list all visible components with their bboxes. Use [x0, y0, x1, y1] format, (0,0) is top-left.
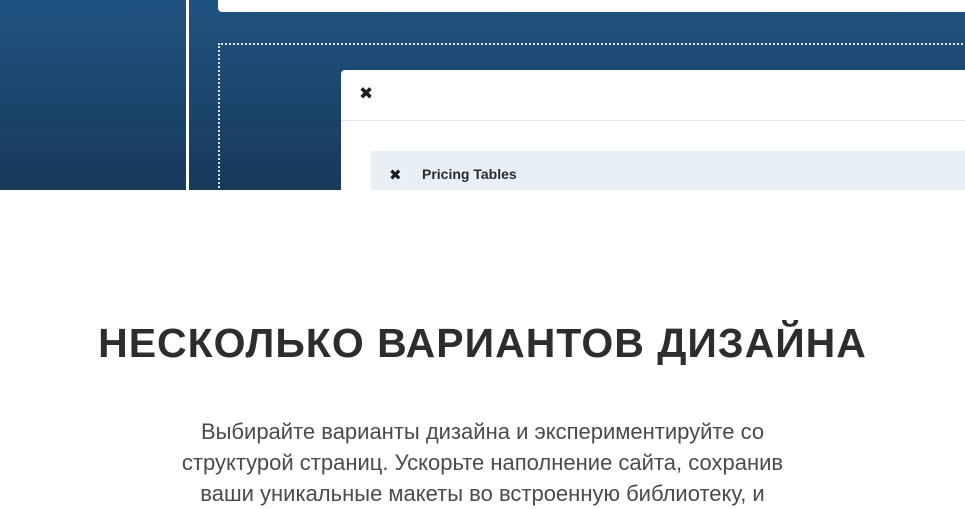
top-panel [218, 0, 965, 12]
modal-header: ✖ [341, 70, 965, 121]
hero-divider [186, 0, 189, 190]
remove-icon[interactable]: ✖ [389, 166, 402, 184]
section-heading: НЕСКОЛЬКО ВАРИАНТОВ ДИЗАЙНА [98, 320, 867, 366]
layout-row[interactable]: ✖ Pricing Tables [371, 151, 965, 190]
layout-row-title: Pricing Tables [422, 166, 517, 182]
library-modal: ✖ ✖ Pricing Tables [341, 70, 965, 190]
hero-screenshot: ✖ ✖ Pricing Tables [0, 0, 965, 190]
section-description: Выбирайте варианты дизайна и эксперимент… [181, 419, 784, 506]
close-icon[interactable]: ✖ [359, 84, 373, 104]
